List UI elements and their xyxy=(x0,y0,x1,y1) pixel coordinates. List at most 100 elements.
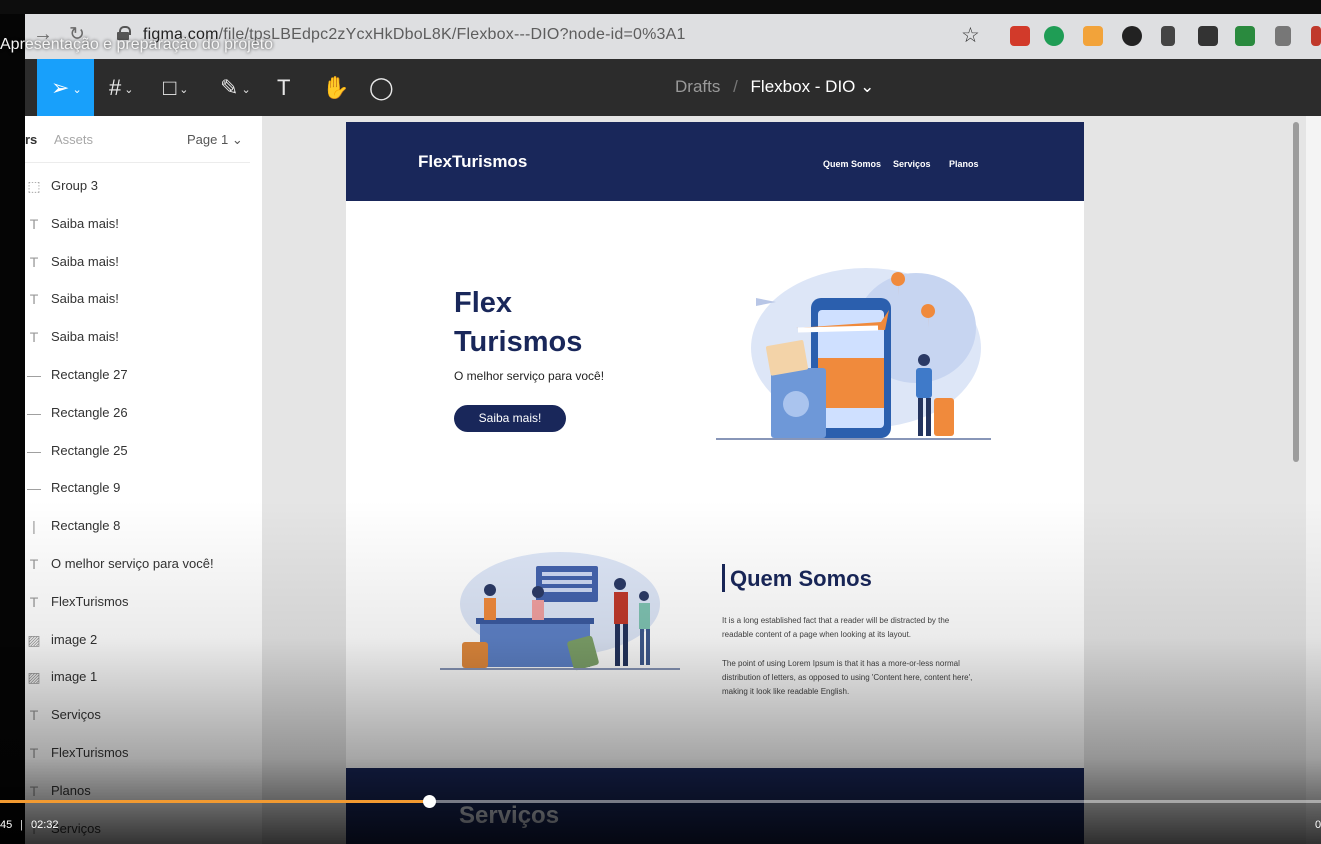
layer-name: O melhor serviço para você! xyxy=(51,556,214,571)
frame-nav-item: Planos xyxy=(949,159,979,169)
layer-row[interactable]: — Rectangle 26 xyxy=(25,405,262,443)
about-line: readable content of a page when looking … xyxy=(722,630,912,639)
text-icon: T xyxy=(29,707,39,724)
page-selector[interactable]: Page 1 ⌄ xyxy=(187,132,243,148)
layer-name: FlexTurismos xyxy=(51,593,129,609)
checkin-illustration xyxy=(440,552,680,671)
services-section xyxy=(346,768,1084,844)
layer-row[interactable]: — Rectangle 27 xyxy=(25,367,262,405)
extension-icon[interactable] xyxy=(1275,26,1291,46)
layer-row[interactable]: — Rectangle 9 xyxy=(25,480,262,518)
pen-tool-icon[interactable]: ✎ ⌄ xyxy=(220,75,251,101)
layer-row[interactable]: | Rectangle 8 xyxy=(25,518,262,556)
text-tool-icon[interactable]: T xyxy=(277,75,290,101)
layer-name: FlexTurismos xyxy=(51,745,129,760)
layer-row[interactable]: T Serviços xyxy=(25,821,262,844)
shape-tool-icon[interactable]: □ ⌄ xyxy=(163,75,189,101)
comment-tool-icon[interactable]: ◯ xyxy=(369,75,394,101)
breadcrumb-separator: / xyxy=(733,77,738,96)
text-icon: T xyxy=(29,215,39,232)
extension-icon[interactable] xyxy=(1010,26,1030,46)
layer-row[interactable]: — Rectangle 25 xyxy=(25,443,262,481)
layer-row[interactable]: T Serviços xyxy=(25,707,262,745)
extension-icon[interactable] xyxy=(1161,26,1175,46)
hero-title-line: Turismos xyxy=(454,326,583,358)
move-tool-button[interactable]: ➢ ⌄ xyxy=(37,59,94,116)
layer-name: Saiba mais! xyxy=(51,291,119,307)
breadcrumb-folder[interactable]: Drafts xyxy=(675,77,720,96)
frame-header: FlexTurismos Quem Somos Serviços Planos xyxy=(346,122,1084,201)
extension-icon[interactable] xyxy=(1235,26,1255,46)
extension-icon[interactable] xyxy=(1044,26,1064,46)
tab-layers[interactable]: rs xyxy=(25,132,37,147)
bookmark-star-icon[interactable]: ☆ xyxy=(961,23,980,48)
video-duration: 02:32 xyxy=(31,819,59,831)
video-current-time: 45 xyxy=(0,819,13,831)
text-icon: T xyxy=(29,291,39,308)
layer-row[interactable]: T Saiba mais! xyxy=(25,216,262,254)
layer-name: Saiba mais! xyxy=(51,215,119,231)
hero-title: Flex Turismos xyxy=(454,284,582,362)
layer-name: image 2 xyxy=(51,631,98,647)
hero-subtitle: O melhor serviço para você! xyxy=(454,369,605,383)
layer-row[interactable]: T FlexTurismos xyxy=(25,745,262,783)
extension-icon[interactable] xyxy=(1198,26,1218,46)
rectangle-icon: | xyxy=(32,518,36,535)
layer-name: Rectangle 26 xyxy=(51,404,128,420)
rectangle-icon: — xyxy=(27,480,41,497)
url-path: /file/tpsLBEdpc2zYcxHkDboL8K/Flexbox---D… xyxy=(218,26,686,43)
frame-logo: FlexTurismos xyxy=(418,152,528,171)
layer-row[interactable]: T Saiba mais! xyxy=(25,329,262,367)
image-icon: ▨ xyxy=(27,669,41,686)
video-progress-bar[interactable] xyxy=(0,795,1321,808)
video-time-separator: | xyxy=(20,819,23,831)
about-line: The point of using Lorem Ipsum is that i… xyxy=(722,659,960,668)
extension-icon[interactable] xyxy=(1122,26,1142,46)
rectangle-icon: — xyxy=(27,367,41,383)
video-progress-fill xyxy=(0,800,430,803)
layer-row[interactable]: T O melhor serviço para você! xyxy=(25,556,262,594)
layer-name: Rectangle 8 xyxy=(51,518,121,534)
text-icon: T xyxy=(29,253,39,270)
text-icon: T xyxy=(29,329,39,346)
divider xyxy=(25,162,250,163)
layer-name: Rectangle 25 xyxy=(51,442,128,458)
tab-assets[interactable]: Assets xyxy=(54,132,93,147)
layer-name: Serviços xyxy=(51,707,101,723)
canvas-scrollbar[interactable] xyxy=(1293,122,1299,462)
hero-title-line: Flex xyxy=(454,287,513,319)
image-icon: ▨ xyxy=(27,631,41,648)
about-accent-bar xyxy=(722,564,725,592)
layer-name: Planos xyxy=(51,782,91,798)
video-left-border xyxy=(0,14,25,844)
layer-name: Saiba mais! xyxy=(51,253,119,269)
about-line: It is a long established fact that a rea… xyxy=(722,616,950,625)
rectangle-icon: — xyxy=(27,404,41,421)
text-icon: T xyxy=(29,745,39,761)
figma-canvas[interactable]: FlexTurismos Quem Somos Serviços Planos … xyxy=(262,116,1321,844)
breadcrumb-file[interactable]: Flexbox - DIO ⌄ xyxy=(751,77,875,96)
rectangle-icon: — xyxy=(27,442,41,459)
hero-button: Saiba mais! xyxy=(454,405,566,432)
layer-name: Rectangle 27 xyxy=(51,367,128,382)
video-time-right: 0 xyxy=(1315,819,1321,831)
layer-row[interactable]: T Saiba mais! xyxy=(25,254,262,292)
extension-icon[interactable] xyxy=(1083,26,1103,46)
layer-row[interactable]: T Saiba mais! xyxy=(25,291,262,329)
design-frame[interactable]: FlexTurismos Quem Somos Serviços Planos … xyxy=(346,122,1084,844)
extension-icon[interactable] xyxy=(1311,26,1321,46)
layer-row[interactable]: ⬚ Group 3 xyxy=(25,178,262,216)
layer-row[interactable]: ▨ image 2 xyxy=(25,632,262,670)
frame-tool-icon[interactable]: # ⌄ xyxy=(109,75,133,101)
layer-row[interactable]: T FlexTurismos xyxy=(25,594,262,632)
about-paragraph-2: The point of using Lorem Ipsum is that i… xyxy=(722,657,1022,699)
layers-panel: rs Assets Page 1 ⌄ ⬚ Group 3 T Saiba mais! T… xyxy=(25,116,262,844)
about-title: Quem Somos xyxy=(730,566,872,591)
hand-tool-icon[interactable]: ✋ xyxy=(322,75,349,101)
layer-row[interactable]: ▨ image 1 xyxy=(25,669,262,707)
breadcrumb: Drafts / Flexbox - DIO ⌄ xyxy=(675,77,874,97)
about-line: making it look like readable English. xyxy=(722,687,850,696)
text-icon: T xyxy=(29,782,39,799)
layer-name: Group 3 xyxy=(51,178,98,193)
group-icon: ⬚ xyxy=(27,178,41,194)
